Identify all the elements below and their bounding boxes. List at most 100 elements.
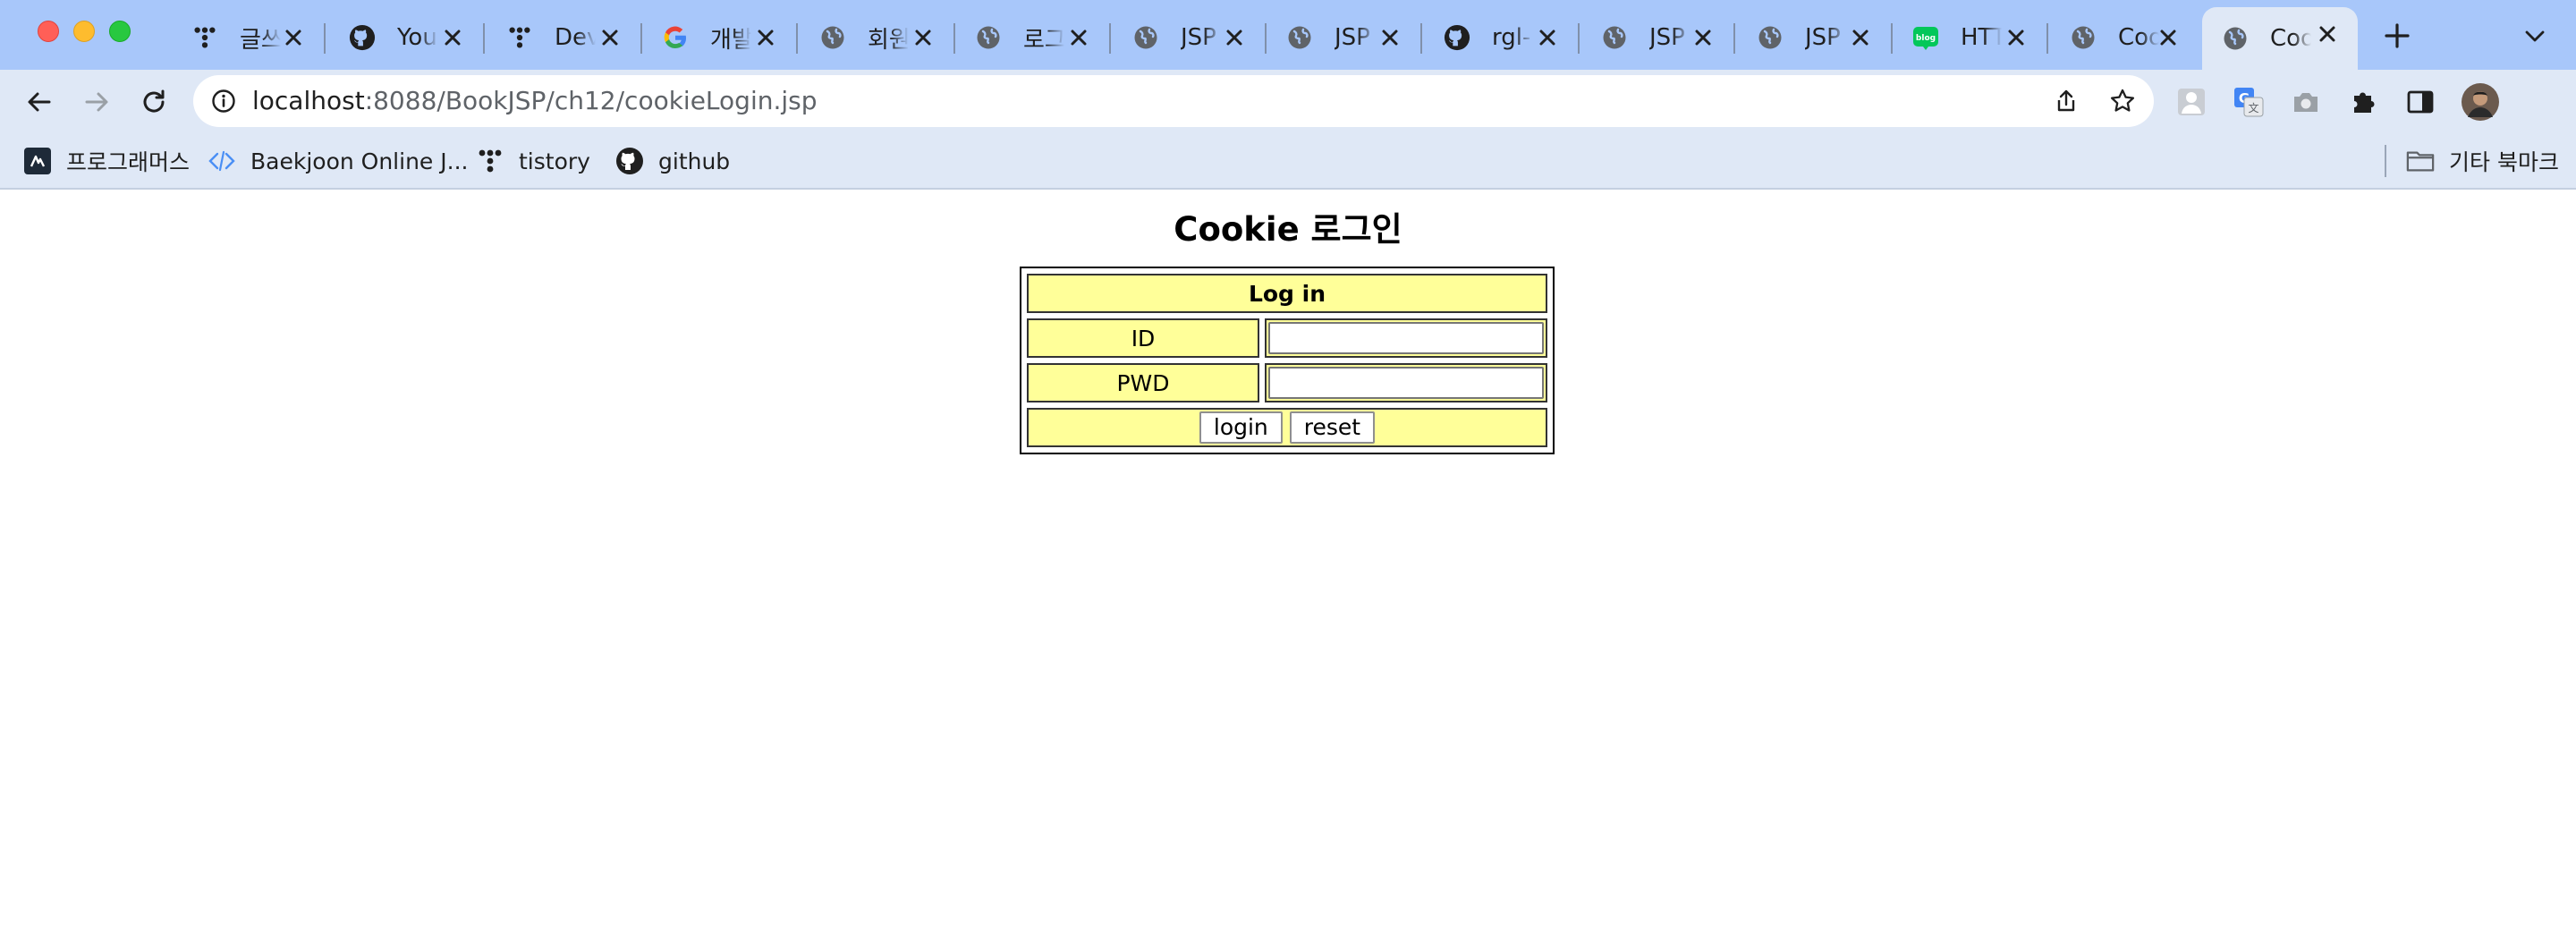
browser-tab-8[interactable]: JSP xyxy=(1267,11,1422,64)
tab-close-button[interactable] xyxy=(909,23,937,52)
bookmarks-separator xyxy=(2385,145,2386,177)
bookmarks-bar: 프로그래머스 Baekjoon Online J... tistory gith… xyxy=(0,134,2576,190)
tab-close-button[interactable] xyxy=(1376,23,1404,52)
bookmark-star-button[interactable] xyxy=(2107,86,2138,116)
tab-separator xyxy=(324,23,326,54)
tab-title: Devlog xyxy=(555,24,596,51)
other-bookmarks-folder[interactable]: 기타 북마크 xyxy=(2406,134,2559,188)
tab-close-button[interactable] xyxy=(1220,23,1249,52)
login-button[interactable]: login xyxy=(1199,411,1283,444)
site-info-icon[interactable] xyxy=(209,87,238,115)
share-button[interactable] xyxy=(2052,87,2080,115)
address-bar[interactable]: localhost:8088/BookJSP/ch12/cookieLogin.… xyxy=(193,75,2154,127)
tab-title: JSP xyxy=(1649,24,1685,51)
side-panel-button[interactable] xyxy=(2404,86,2436,118)
tab-title: HTTP xyxy=(1961,24,2002,51)
bookmark-programmers[interactable]: 프로그래머스 xyxy=(23,134,190,188)
url-path: :8088/BookJSP/ch12/cookieLogin.jsp xyxy=(364,86,818,115)
tistory-icon xyxy=(506,24,533,51)
pwd-label: PWD xyxy=(1027,363,1259,402)
forward-button[interactable] xyxy=(77,82,116,122)
tab-search-button[interactable] xyxy=(2521,21,2549,50)
tab-close-button[interactable] xyxy=(751,23,780,52)
folder-icon xyxy=(2406,147,2435,175)
extensions-button[interactable] xyxy=(2347,86,2379,118)
reload-button[interactable] xyxy=(134,82,174,122)
tab-title: 로그인 xyxy=(1023,26,1064,54)
globe-icon xyxy=(1132,24,1159,51)
browser-tab-12[interactable]: blog HTTP xyxy=(1893,11,2048,64)
browser-tab-7[interactable]: JSP xyxy=(1113,11,1267,64)
avatar-icon xyxy=(2462,83,2499,121)
browser-tab-3[interactable]: Devlog xyxy=(487,11,642,64)
address-url[interactable]: localhost:8088/BookJSP/ch12/cookieLogin.… xyxy=(252,75,818,127)
browser-tab-9[interactable]: rgl- xyxy=(1424,11,1580,64)
plus-icon xyxy=(2385,23,2410,48)
browser-tab-4[interactable]: 개발자 xyxy=(642,11,798,64)
close-icon xyxy=(1226,30,1242,46)
tab-close-button[interactable] xyxy=(2313,20,2342,48)
google-icon xyxy=(662,24,689,51)
close-icon xyxy=(758,30,774,46)
browser-tab-5[interactable]: 회원가입 xyxy=(800,11,955,64)
tab-close-button[interactable] xyxy=(2154,23,2182,52)
bookmark-github[interactable]: github xyxy=(615,134,730,188)
browser-tab-11[interactable]: JSP xyxy=(1737,11,1893,64)
close-window-button[interactable] xyxy=(38,21,59,42)
browser-tab-1[interactable]: 글쓰기 xyxy=(172,11,326,64)
pwd-input[interactable] xyxy=(1268,367,1544,399)
bookmark-label: github xyxy=(658,148,731,174)
globe-icon xyxy=(1286,24,1313,51)
globe-icon xyxy=(1757,24,1784,51)
close-icon xyxy=(445,30,461,46)
profile-avatar[interactable] xyxy=(2462,83,2499,121)
tab-separator xyxy=(1109,23,1111,54)
browser-tab-13[interactable]: Cookie xyxy=(2050,11,2199,64)
login-table-header: Log in xyxy=(1027,274,1547,313)
close-icon xyxy=(2319,26,2335,42)
tab-title: 글쓰기 xyxy=(240,26,281,54)
tab-close-button[interactable] xyxy=(438,23,467,52)
tab-close-button[interactable] xyxy=(2002,23,2030,52)
reset-button[interactable]: reset xyxy=(1289,411,1376,444)
tab-separator xyxy=(1578,23,1580,54)
globe-icon xyxy=(819,24,846,51)
tab-title: 개발자 xyxy=(710,26,751,54)
minimize-window-button[interactable] xyxy=(73,21,95,42)
back-button[interactable] xyxy=(20,82,59,122)
close-icon xyxy=(1695,30,1711,46)
bookmark-tistory[interactable]: tistory xyxy=(476,134,590,188)
tab-close-button[interactable] xyxy=(1064,23,1093,52)
extension-person-icon xyxy=(2178,89,2205,115)
id-input[interactable] xyxy=(1268,322,1544,354)
bookmark-baekjoon[interactable]: Baekjoon Online J... xyxy=(208,134,468,188)
browser-tab-2[interactable]: Your xyxy=(329,11,485,64)
id-field-cell xyxy=(1265,318,1547,358)
tab-close-button[interactable] xyxy=(596,23,624,52)
tab-separator xyxy=(1420,23,1422,54)
new-tab-button[interactable] xyxy=(2379,18,2415,54)
github-icon xyxy=(615,147,644,175)
google-translate-button[interactable]: G文 xyxy=(2233,86,2265,118)
close-icon xyxy=(2008,30,2024,46)
bookmark-label: 프로그래머스 xyxy=(66,149,191,175)
id-label: ID xyxy=(1027,318,1259,358)
star-icon xyxy=(2110,89,2135,112)
tab-close-button[interactable] xyxy=(279,23,308,52)
browser-tab-14[interactable]: Cookie xyxy=(2202,7,2358,70)
puzzle-icon xyxy=(2354,92,2375,113)
side-panel-icon xyxy=(2407,90,2434,114)
browser-tab-6[interactable]: 로그인 xyxy=(955,11,1111,64)
extension-profile-button[interactable] xyxy=(2175,86,2207,118)
globe-icon xyxy=(1601,24,1628,51)
browser-tab-10[interactable]: JSP xyxy=(1581,11,1735,64)
tab-close-button[interactable] xyxy=(1689,23,1717,52)
globe-icon xyxy=(2222,25,2249,52)
svg-text:文: 文 xyxy=(2248,101,2258,114)
screenshot-extension-button[interactable] xyxy=(2290,86,2322,118)
tistory-icon xyxy=(191,24,218,51)
tab-close-button[interactable] xyxy=(1533,23,1562,52)
zoom-window-button[interactable] xyxy=(109,21,131,42)
close-icon xyxy=(602,30,618,46)
tab-close-button[interactable] xyxy=(1846,23,1875,52)
